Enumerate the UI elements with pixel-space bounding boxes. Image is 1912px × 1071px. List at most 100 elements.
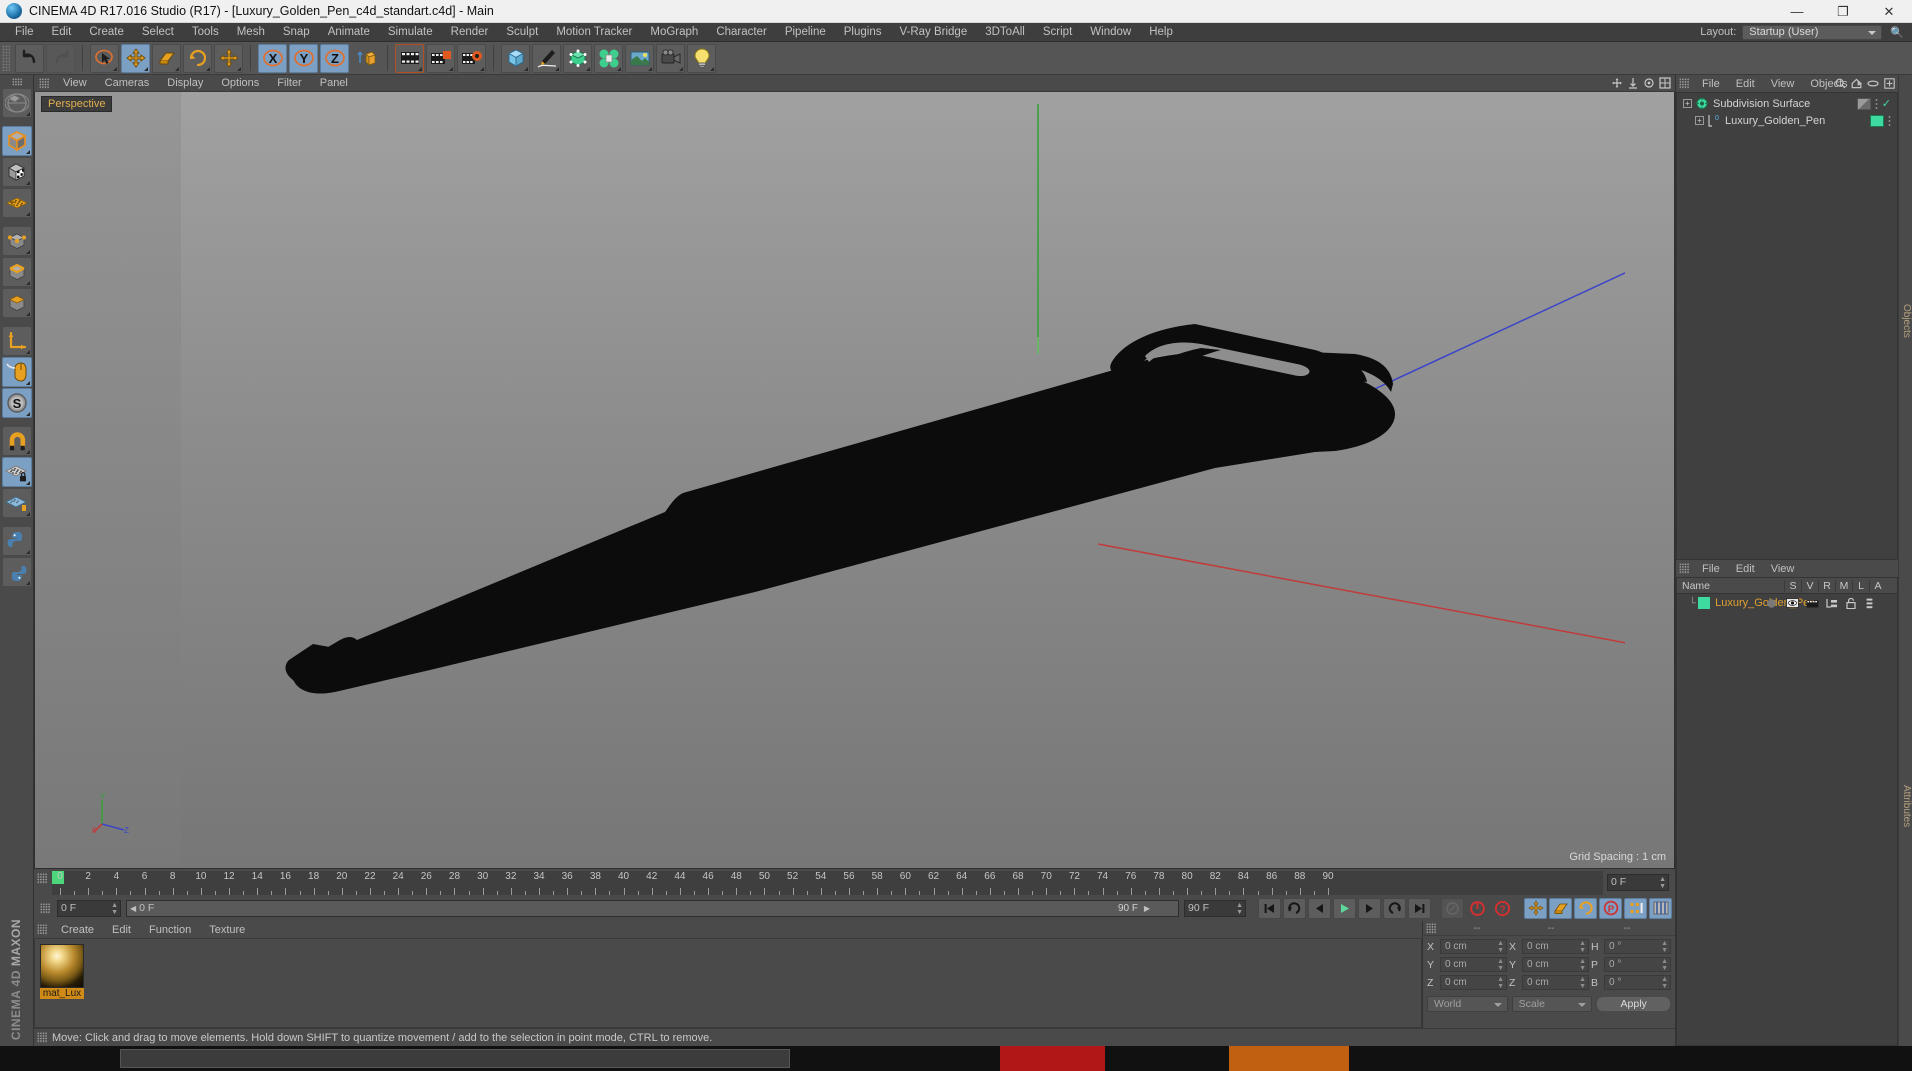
spinner-icon[interactable]: ▲ ▼	[1497, 940, 1504, 954]
spinner-icon[interactable]: ▲ ▼	[1661, 940, 1668, 954]
texture-mode-button[interactable]	[1, 157, 32, 187]
visible-check-icon[interactable]: ✓	[1882, 97, 1891, 110]
add-deformer-button[interactable]	[594, 43, 623, 73]
quantize-snap-button[interactable]	[1, 488, 32, 518]
menu-item-select[interactable]: Select	[133, 23, 183, 42]
taskbar-item-3[interactable]	[1229, 1046, 1349, 1071]
timeline-button[interactable]	[1649, 897, 1672, 919]
go-to-start-button[interactable]	[1258, 897, 1281, 919]
parameter-key-button[interactable]: P	[1599, 897, 1622, 919]
toolbar-grip[interactable]	[2, 45, 10, 71]
menu-item-animate[interactable]: Animate	[319, 23, 379, 42]
maximize-button[interactable]: ❐	[1820, 0, 1866, 23]
move-axis-tool[interactable]	[214, 43, 243, 73]
material-menu-texture[interactable]: Texture	[200, 924, 254, 936]
menu-item-render[interactable]: Render	[442, 23, 498, 42]
spinner-icon[interactable]: ▲ ▼	[1579, 940, 1586, 954]
material-menu-function[interactable]: Function	[140, 924, 200, 936]
step-back-button[interactable]	[1308, 897, 1331, 919]
viewport-maximize-icon[interactable]	[1659, 77, 1671, 89]
menu-item-pipeline[interactable]: Pipeline	[776, 23, 835, 42]
object-manager-grip[interactable]	[1679, 78, 1689, 89]
layer-col-r[interactable]: R	[1818, 579, 1835, 592]
menu-item-window[interactable]: Window	[1081, 23, 1140, 42]
rotation-h-field[interactable]: 0 ° ▲ ▼	[1604, 939, 1671, 954]
model-mode-button[interactable]	[1, 126, 32, 156]
material-item[interactable]: mat_Lux	[40, 944, 84, 999]
point-level-animation-button[interactable]	[1624, 897, 1647, 919]
objects-vertical-tab[interactable]: Objects	[1898, 75, 1912, 560]
menu-item-plugins[interactable]: Plugins	[835, 23, 891, 42]
lock-x-axis-button[interactable]: X	[258, 43, 287, 73]
current-frame-field[interactable]: 0 F ▲ ▼	[1607, 873, 1669, 891]
viewport-grip[interactable]	[39, 77, 49, 89]
object-menu-edit[interactable]: Edit	[1728, 78, 1763, 90]
add-environment-button[interactable]	[625, 43, 654, 73]
left-toolbar-grip[interactable]	[11, 78, 22, 86]
rotation-p-field[interactable]: 0 ° ▲ ▼	[1604, 957, 1671, 972]
layer-col-v[interactable]: V	[1801, 579, 1818, 592]
rotate-tool[interactable]	[183, 43, 212, 73]
viewport-menu-filter[interactable]: Filter	[268, 77, 310, 89]
position-key-button[interactable]	[1524, 897, 1547, 919]
add-light-button[interactable]	[687, 43, 716, 73]
viewport-menu-display[interactable]: Display	[158, 77, 212, 89]
expand-toggle-icon[interactable]: +	[1695, 116, 1704, 125]
material-menu-edit[interactable]: Edit	[103, 924, 140, 936]
scale-tool[interactable]	[152, 43, 181, 73]
edge-mode-button[interactable]	[1, 257, 32, 287]
layer-menu-edit[interactable]: Edit	[1728, 563, 1763, 575]
position-y-field[interactable]: 0 cm ▲ ▼	[1440, 957, 1507, 972]
taskbar-item-1[interactable]	[120, 1049, 790, 1068]
viewport-menu-view[interactable]: View	[54, 77, 96, 89]
viewport-menu-panel[interactable]: Panel	[311, 77, 357, 89]
object-manager-tree[interactable]: + Subdivision Surface ✓ + 0 Luxury_Golde…	[1676, 92, 1898, 560]
layer-color-swatch[interactable]	[1698, 597, 1711, 609]
perspective-viewport[interactable]: Perspective Grid Spacing : 1 cm Y X Z	[34, 92, 1675, 869]
previous-key-button[interactable]	[1283, 897, 1306, 919]
lock-z-axis-button[interactable]: Z	[320, 43, 349, 73]
magnet-snap-button[interactable]	[1, 426, 32, 456]
status-grip[interactable]	[37, 1032, 47, 1043]
world-object-coords-button[interactable]	[351, 44, 380, 73]
transport-grip[interactable]	[40, 902, 50, 914]
add-camera-button[interactable]	[656, 43, 685, 73]
workplane-lock-button[interactable]	[1, 457, 32, 487]
material-list[interactable]: mat_Lux	[34, 938, 1422, 1028]
timeline-ruler[interactable]: 0 2 4 6 8 10 12 14 16 18 20 22 24 26 28 30 32 34 36 38 40 42 4…	[52, 871, 1603, 895]
menu-item-mograph[interactable]: MoGraph	[641, 23, 707, 42]
object-menu-view[interactable]: View	[1763, 78, 1803, 90]
grid-points-mode-button[interactable]	[1, 188, 32, 218]
add-cube-object-button[interactable]	[501, 43, 530, 73]
spinner-icon[interactable]: ▲ ▼	[1497, 976, 1504, 990]
scale-snap-button[interactable]: S	[1, 388, 32, 418]
point-mode-button[interactable]	[1, 226, 32, 256]
go-to-end-button[interactable]	[1408, 897, 1431, 919]
lock-y-axis-button[interactable]: Y	[289, 43, 318, 73]
material-menu-create[interactable]: Create	[52, 924, 103, 936]
layer-col-s[interactable]: S	[1784, 579, 1801, 592]
live-selection-tool[interactable]	[90, 43, 119, 73]
spinner-icon[interactable]: ▲ ▼	[111, 902, 118, 916]
tag-dots-icon[interactable]	[1874, 98, 1878, 109]
layer-row[interactable]: └ Luxury_Golden_Pen	[1677, 594, 1897, 612]
object-menu-file[interactable]: File	[1694, 78, 1728, 90]
spinner-icon[interactable]: ▲ ▼	[1579, 958, 1586, 972]
minimize-button[interactable]: —	[1774, 0, 1820, 23]
expand-toggle-icon[interactable]: +	[1683, 99, 1692, 108]
range-right-arrow-icon[interactable]: ▶	[1144, 904, 1150, 913]
taskbar-start-area[interactable]	[0, 1046, 120, 1071]
animation-toggle-icon[interactable]	[1866, 598, 1883, 609]
menu-item-script[interactable]: Script	[1034, 23, 1081, 42]
menu-item-character[interactable]: Character	[707, 23, 776, 42]
position-z-field[interactable]: 0 cm ▲ ▼	[1440, 975, 1507, 990]
add-spline-button[interactable]	[532, 43, 561, 73]
menu-item-v-ray-bridge[interactable]: V-Ray Bridge	[890, 23, 976, 42]
menu-item-mesh[interactable]: Mesh	[228, 23, 274, 42]
layer-menu-file[interactable]: File	[1694, 563, 1728, 575]
mouse-tool-button[interactable]	[1, 357, 32, 387]
visibility-toggle-icon[interactable]	[1786, 598, 1803, 608]
size-x-field[interactable]: 0 cm ▲ ▼	[1522, 939, 1589, 954]
size-y-field[interactable]: 0 cm ▲ ▼	[1522, 957, 1589, 972]
next-key-button[interactable]	[1383, 897, 1406, 919]
